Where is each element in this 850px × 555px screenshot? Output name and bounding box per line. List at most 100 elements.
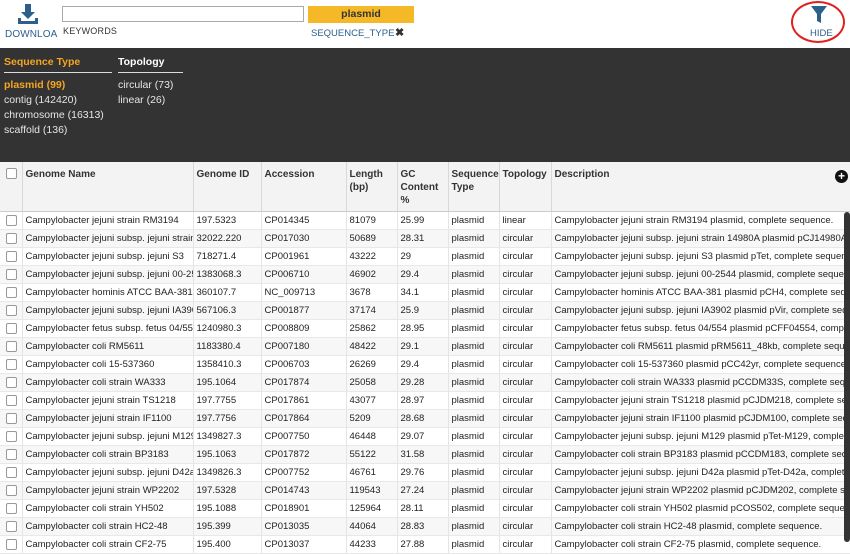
filter-icon (811, 6, 827, 23)
facet-item-circular[interactable]: circular (73) (118, 78, 183, 93)
add-column-button[interactable]: + (835, 170, 848, 183)
row-checkbox[interactable] (6, 448, 17, 460)
column-header-sequence-type[interactable]: Sequence Type (448, 162, 500, 212)
table-row[interactable]: Campylobacter jejuni subsp. jejuni M129 1… (0, 427, 850, 446)
row-checkbox[interactable] (6, 484, 17, 496)
sequence-type-cell: plasmid (448, 445, 500, 464)
row-checkbox[interactable] (6, 520, 17, 532)
length-cell: 43222 (346, 247, 398, 266)
row-select-cell (0, 481, 23, 500)
facet-title-topology[interactable]: Topology (118, 56, 183, 73)
hide-label: HIDE (810, 28, 833, 39)
row-checkbox[interactable] (6, 538, 17, 550)
table-row[interactable]: Campylobacter jejuni strain IF1100 197.77… (0, 409, 850, 428)
row-checkbox[interactable] (6, 286, 17, 298)
gc-content-cell: 27.24 (397, 481, 449, 500)
row-checkbox[interactable] (6, 502, 17, 514)
row-checkbox[interactable] (6, 340, 17, 352)
active-filter-chip[interactable]: plasmid (308, 6, 414, 23)
table-row[interactable]: Campylobacter jejuni subsp. jejuni IA390… (0, 301, 850, 320)
column-header-description[interactable]: Description (551, 162, 850, 212)
table-row[interactable]: Campylobacter jejuni subsp. jejuni D42a 1… (0, 463, 850, 482)
row-select-cell (0, 409, 23, 428)
vertical-scrollbar[interactable] (844, 212, 850, 542)
length-cell: 25058 (346, 373, 398, 392)
column-header-genome-id[interactable]: Genome ID (193, 162, 262, 212)
row-checkbox[interactable] (6, 232, 17, 244)
table-row[interactable]: Campylobacter jejuni subsp. jejuni strai… (0, 229, 850, 248)
column-header-accession[interactable]: Accession (261, 162, 347, 212)
accession-cell: CP017861 (261, 391, 347, 410)
facet-item-scaffold[interactable]: scaffold (136) (4, 123, 112, 138)
table-body: Campylobacter jejuni strain RM3194 197.53… (0, 211, 850, 554)
gc-content-cell: 34.1 (397, 283, 449, 302)
column-header-topology[interactable]: Topology (499, 162, 552, 212)
gc-content-cell: 28.83 (397, 517, 449, 536)
table-row[interactable]: Campylobacter jejuni strain RM3194 197.53… (0, 211, 850, 230)
keywords-input[interactable] (62, 6, 304, 22)
row-checkbox[interactable] (6, 430, 17, 442)
length-cell: 81079 (346, 211, 398, 230)
table-row[interactable]: Campylobacter fetus subsp. fetus 04/554 1… (0, 319, 850, 338)
table-row[interactable]: Campylobacter coli strain CF2-75 195.400 C… (0, 535, 850, 554)
description-cell: Campylobacter jejuni strain IF1100 plasm… (551, 409, 850, 428)
row-checkbox[interactable] (6, 358, 17, 370)
row-checkbox[interactable] (6, 304, 17, 316)
table-row[interactable]: Campylobacter coli strain HC2-48 195.399 C… (0, 517, 850, 536)
table-row[interactable]: Campylobacter coli RM5611 1183380.4 CP0071… (0, 337, 850, 356)
table-row[interactable]: Campylobacter hominis ATCC BAA-381 360107… (0, 283, 850, 302)
topology-cell: circular (499, 391, 552, 410)
facet-title-sequence-type[interactable]: Sequence Type (4, 56, 112, 73)
column-header-genome-name[interactable]: Genome Name (22, 162, 194, 212)
topology-cell: circular (499, 247, 552, 266)
sequence-type-cell: plasmid (448, 391, 500, 410)
row-checkbox[interactable] (6, 376, 17, 388)
accession-cell: NC_009713 (261, 283, 347, 302)
row-checkbox[interactable] (6, 466, 17, 478)
row-select-cell (0, 301, 23, 320)
description-cell: Campylobacter jejuni subsp. jejuni S3 pl… (551, 247, 850, 266)
facet-item-contig[interactable]: contig (142420) (4, 93, 112, 108)
facet-topology: Topology circular (73) linear (26) (118, 56, 183, 108)
row-checkbox[interactable] (6, 268, 17, 280)
facet-item-chromosome[interactable]: chromosome (16313) (4, 108, 112, 123)
genome-id-cell: 197.7755 (193, 391, 262, 410)
accession-cell: CP014345 (261, 211, 347, 230)
row-checkbox[interactable] (6, 394, 17, 406)
hide-filters-button[interactable]: HIDE (791, 1, 845, 43)
topology-cell: circular (499, 229, 552, 248)
table-row[interactable]: Campylobacter jejuni subsp. jejuni 00-25… (0, 265, 850, 284)
table-row[interactable]: Campylobacter jejuni strain TS1218 197.77… (0, 391, 850, 410)
genome-id-cell: 197.5328 (193, 481, 262, 500)
close-icon[interactable]: ✖ (395, 26, 404, 39)
genome-name-cell: Campylobacter coli strain WA333 (22, 373, 194, 392)
table-row[interactable]: Campylobacter jejuni subsp. jejuni S3 718… (0, 247, 850, 266)
table-header: Genome Name Genome ID Accession Length (… (0, 162, 850, 212)
genome-name-cell: Campylobacter jejuni subsp. jejuni strai… (22, 229, 194, 248)
download-label: DOWNLOA (5, 29, 58, 40)
row-select-cell (0, 445, 23, 464)
accession-cell: CP007752 (261, 463, 347, 482)
download-button[interactable]: DOWNLOA (4, 2, 58, 42)
topology-cell: circular (499, 337, 552, 356)
table-row[interactable]: Campylobacter coli strain YH502 195.1088 C… (0, 499, 850, 518)
select-all-checkbox[interactable] (6, 168, 17, 179)
table-row[interactable]: Campylobacter jejuni strain WP2202 197.53… (0, 481, 850, 500)
column-header-length[interactable]: Length (bp) (346, 162, 398, 212)
table-row[interactable]: Campylobacter coli 15-537360 1358410.3 CP0… (0, 355, 850, 374)
row-checkbox[interactable] (6, 412, 17, 424)
table-row[interactable]: Campylobacter coli strain WA333 195.1064 C… (0, 373, 850, 392)
row-checkbox[interactable] (6, 250, 17, 262)
genome-name-cell: Campylobacter jejuni subsp. jejuni S3 (22, 247, 194, 266)
facet-item-linear[interactable]: linear (26) (118, 93, 183, 108)
row-checkbox[interactable] (6, 322, 17, 334)
column-header-gc-content[interactable]: GC Content % (397, 162, 449, 212)
genome-name-cell: Campylobacter coli strain CF2-75 (22, 535, 194, 554)
table-row[interactable]: Campylobacter coli strain BP3183 195.1063… (0, 445, 850, 464)
genome-id-cell: 567106.3 (193, 301, 262, 320)
download-icon (18, 4, 38, 24)
description-cell: Campylobacter coli strain YH502 plasmid … (551, 499, 850, 518)
facet-item-plasmid[interactable]: plasmid (99) (4, 78, 112, 93)
topology-cell: circular (499, 463, 552, 482)
row-checkbox[interactable] (6, 214, 17, 226)
